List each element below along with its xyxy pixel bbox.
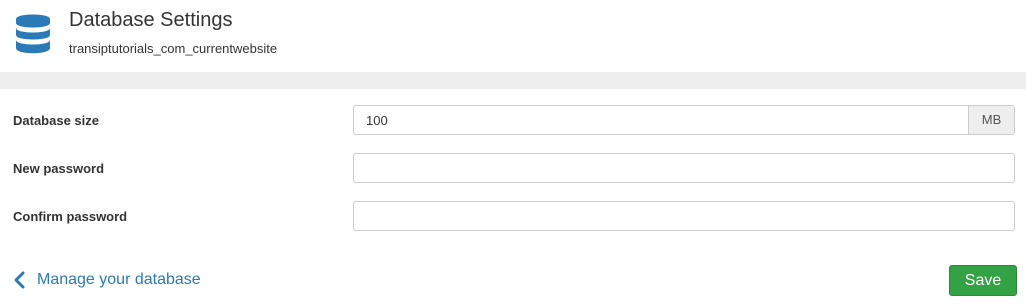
database-size-input[interactable] [354, 106, 970, 134]
confirm-password-field [353, 201, 1015, 231]
save-button[interactable]: Save [949, 265, 1017, 296]
confirm-password-label: Confirm password [13, 209, 128, 224]
confirm-password-input[interactable] [354, 202, 1014, 230]
manage-database-link[interactable]: Manage your database [13, 270, 201, 290]
header-divider [0, 72, 1026, 89]
database-size-label: Database size [13, 113, 99, 128]
page-title: Database Settings [69, 9, 233, 31]
database-size-field: MB [353, 105, 1015, 135]
database-name: transiptutorials_com_currentwebsite [69, 41, 278, 56]
size-unit-addon: MB [968, 106, 1014, 134]
database-icon [16, 14, 50, 54]
new-password-label: New password [13, 161, 105, 176]
new-password-field [353, 153, 1015, 183]
page-header: Database Settings transiptutorials_com_c… [0, 0, 1026, 72]
manage-database-label: Manage your database [37, 271, 201, 288]
chevron-left-icon [14, 271, 25, 289]
new-password-input[interactable] [354, 154, 1014, 182]
